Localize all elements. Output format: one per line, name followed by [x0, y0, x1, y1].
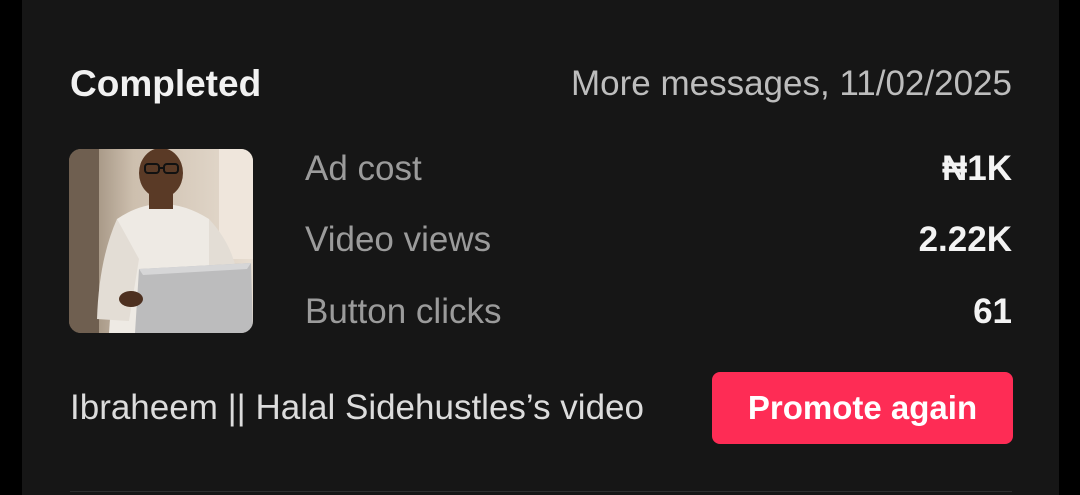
- ad-cost-value: ₦1K: [941, 149, 1012, 188]
- video-thumbnail[interactable]: [69, 149, 253, 333]
- promote-again-button[interactable]: Promote again: [712, 372, 1013, 444]
- video-views-value: 2.22K: [918, 220, 1012, 259]
- promotion-card: Completed More messages, 11/02/2025 Ad c…: [22, 0, 1059, 495]
- divider: [70, 491, 1012, 492]
- video-views-label: Video views: [305, 220, 492, 259]
- video-thumbnail-image: [69, 149, 253, 333]
- campaign-goal-date: More messages, 11/02/2025: [570, 64, 1012, 103]
- button-clicks-value: 61: [973, 292, 1012, 331]
- ad-cost-label: Ad cost: [305, 149, 422, 188]
- status-label: Completed: [70, 63, 262, 104]
- video-title: Ibraheem || Halal Sidehustles’s video: [70, 388, 644, 427]
- button-clicks-label: Button clicks: [305, 292, 502, 331]
